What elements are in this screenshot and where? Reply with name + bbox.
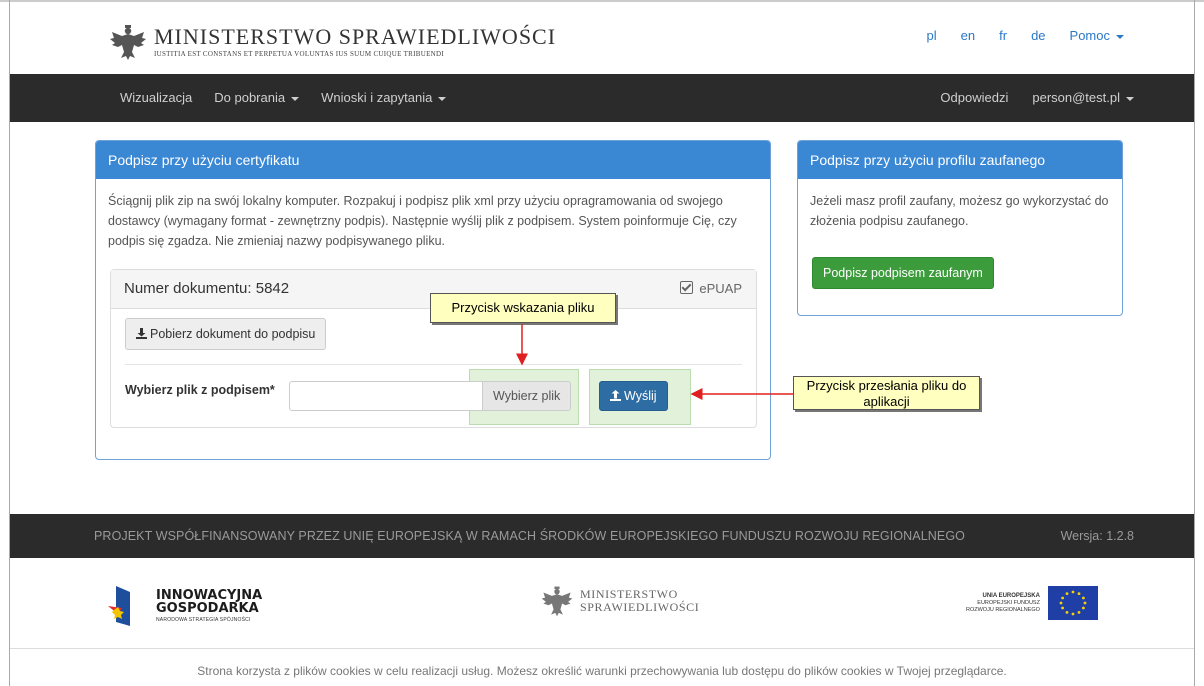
file-field-label: Wybierz plik z podpisem*	[125, 383, 275, 397]
chevron-down-icon	[1116, 34, 1124, 39]
lang-en[interactable]: en	[961, 28, 975, 43]
ministry-logo[interactable]: MINISTERSTWO SPRAWIEDLIWOŚCI IUSTITIA ES…	[108, 22, 556, 62]
callout-choose-file: Przycisk wskazania pliku	[430, 293, 616, 323]
eu-logo: UNIA EUROPEJSKA EUROPEJSKI FUNDUSZ ROZWO…	[966, 586, 1098, 620]
main-navbar: Wizualizacja Do pobrania Wnioski i zapyt…	[10, 74, 1194, 122]
lang-pl[interactable]: pl	[927, 28, 937, 43]
eagle-icon	[541, 586, 573, 617]
lang-de[interactable]: de	[1031, 28, 1045, 43]
project-note: PROJEKT WSPÓŁFINANSOWANY PRZEZ UNIĘ EURO…	[94, 529, 965, 543]
chevron-down-icon	[438, 96, 447, 101]
user-menu[interactable]: person@test.pl	[1032, 90, 1134, 105]
checkbox-icon	[680, 281, 694, 294]
footer-bar: PROJEKT WSPÓŁFINANSOWANY PRZEZ UNIĘ EURO…	[10, 514, 1194, 558]
nav-wnioski[interactable]: Wnioski i zapytania	[321, 90, 447, 105]
ministry-footer-logo: MINISTERSTWO SPRAWIEDLIWOŚCI	[540, 584, 699, 618]
ue-line2: EUROPEJSKI FUNDUSZ	[977, 599, 1040, 606]
logo-subtitle: IUSTITIA EST CONSTANS ET PERPETUA VOLUNT…	[154, 50, 445, 58]
logo-title: MINISTERSTWO SPRAWIEDLIWOŚCI	[154, 24, 557, 49]
help-label: Pomoc	[1069, 28, 1110, 43]
chevron-down-icon	[291, 96, 300, 101]
callout-send-file: Przycisk przesłania pliku do aplikacji	[793, 376, 980, 410]
lang-fr[interactable]: fr	[999, 28, 1007, 43]
ig-logo-icon	[108, 586, 130, 626]
eu-flag-icon	[1047, 586, 1098, 620]
epuap-indicator: ePUAP	[680, 270, 742, 308]
certificate-panel-title: Podpisz przy użyciu certyfikatu	[96, 141, 770, 179]
ms-line2: SPRAWIEDLIWOŚCI	[580, 600, 700, 614]
language-menu: pl en fr de Pomoc	[903, 28, 1124, 43]
epuap-label: ePUAP	[699, 281, 742, 296]
innowacyjna-gospodarka-logo: INNOWACYJNA GOSPODARKA NARODOWA STRATEGI…	[108, 584, 262, 628]
ig-sub: NARODOWA STRATEGIA SPÓJNOŚCI	[156, 617, 251, 623]
nav-wizualizacja[interactable]: Wizualizacja	[120, 90, 192, 105]
divider	[125, 364, 742, 365]
send-button[interactable]: Wyślij	[599, 381, 668, 411]
nav-do-pobrania-label: Do pobrania	[214, 90, 286, 105]
file-path-input[interactable]	[289, 381, 483, 411]
trusted-sign-button[interactable]: Podpisz podpisem zaufanym	[812, 257, 994, 289]
choose-file-button[interactable]: Wybierz plik	[482, 381, 572, 411]
user-email: person@test.pl	[1032, 90, 1120, 105]
help-menu[interactable]: Pomoc	[1070, 28, 1124, 43]
cookie-notice: Strona korzysta z plików cookies w celu …	[197, 664, 1007, 678]
download-label: Pobierz dokument do podpisu	[150, 327, 316, 341]
trusted-profile-panel: Podpisz przy użyciu profilu zaufanego Je…	[797, 140, 1123, 316]
version-label: Wersja: 1.2.8	[1060, 529, 1134, 543]
upload-icon	[610, 390, 621, 401]
trusted-panel-title: Podpisz przy użyciu profilu zaufanego	[798, 141, 1122, 179]
trusted-panel-description: Jeżeli masz profil zaufany, możesz go wy…	[810, 194, 1109, 228]
nav-do-pobrania[interactable]: Do pobrania	[214, 90, 300, 105]
send-label: Wyślij	[624, 389, 657, 403]
ue-line1: UNIA EUROPEJSKA	[982, 592, 1040, 599]
ue-line3: ROZWOJU REGIONALNEGO	[966, 606, 1040, 613]
chevron-down-icon	[1126, 96, 1134, 101]
download-document-button[interactable]: Pobierz dokument do podpisu	[125, 318, 327, 350]
site-header: MINISTERSTWO SPRAWIEDLIWOŚCI IUSTITIA ES…	[10, 2, 1194, 74]
document-number: Numer dokumentu: 5842	[124, 280, 290, 297]
nav-wnioski-label: Wnioski i zapytania	[321, 90, 433, 105]
ig-line2: GOSPODARKA	[156, 601, 259, 616]
eagle-icon	[110, 25, 146, 60]
download-icon	[136, 328, 147, 339]
nav-odpowiedzi[interactable]: Odpowiedzi	[940, 90, 1008, 105]
certificate-panel-description: Ściągnij plik zip na swój lokalny komput…	[108, 194, 737, 248]
sponsor-logos: INNOWACYJNA GOSPODARKA NARODOWA STRATEGI…	[10, 558, 1194, 649]
